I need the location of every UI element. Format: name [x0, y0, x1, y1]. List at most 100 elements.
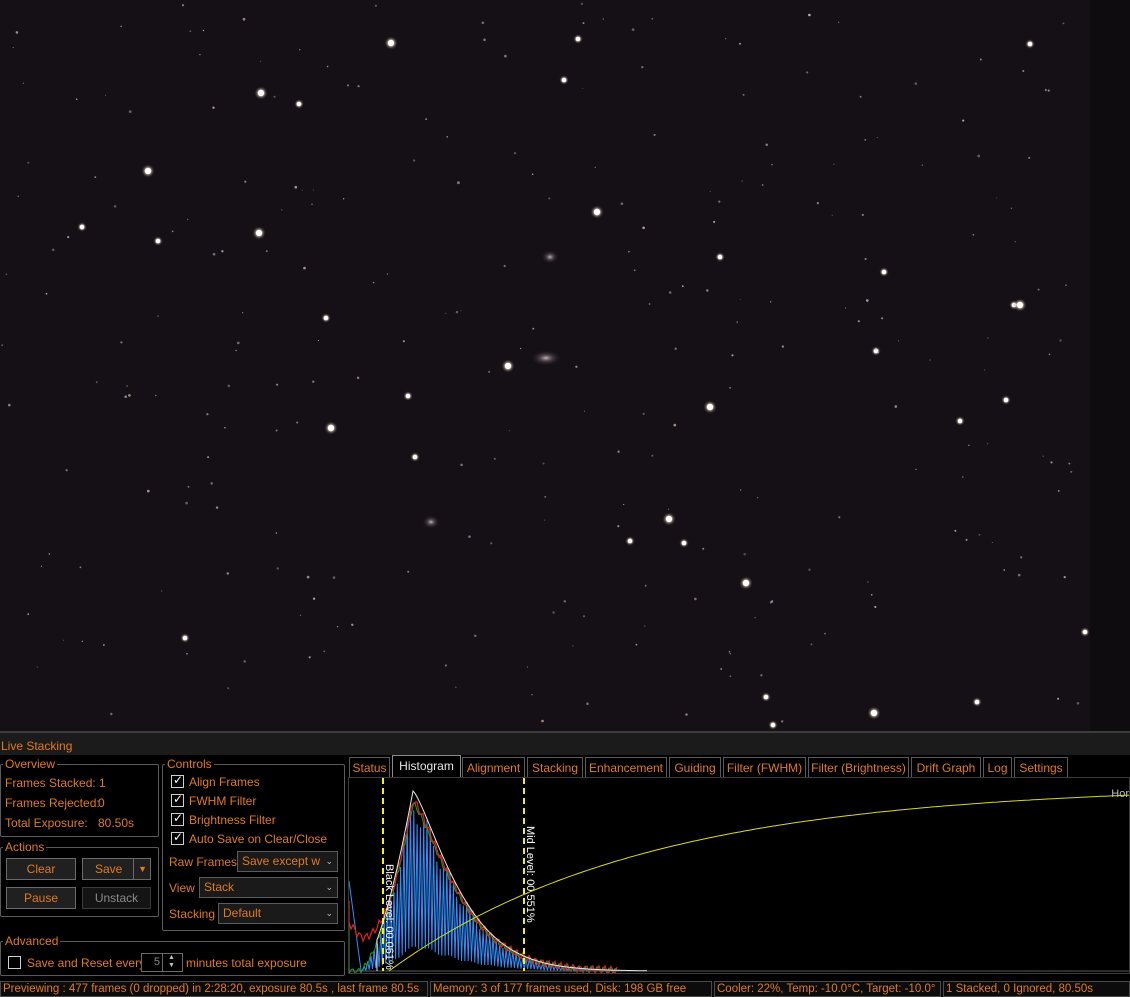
save-button[interactable]: Save ▼	[82, 858, 151, 880]
status-stack: 1 Stacked, 0 Ignored, 80.50s	[943, 981, 1130, 997]
faint-star	[199, 53, 201, 56]
controls-legend: Controls	[167, 757, 212, 771]
faint-star	[226, 572, 230, 575]
stacking-value: Default	[223, 906, 262, 920]
status-memory: Memory: 3 of 177 frames used, Disk: 198 …	[430, 981, 712, 997]
faint-star	[276, 383, 279, 386]
faint-star	[454, 686, 457, 689]
fwhm-filter-label[interactable]: FWHM Filter	[189, 794, 256, 808]
live-stack-image[interactable]	[0, 0, 1130, 731]
star	[144, 167, 152, 175]
faint-star	[374, 4, 377, 7]
stepper-arrows[interactable]: ▲ ▼	[162, 954, 182, 971]
tab-settings[interactable]: Settings	[1014, 757, 1068, 778]
minutes-stepper[interactable]: 5 ▲ ▼	[141, 953, 183, 972]
faint-star	[961, 476, 964, 478]
faint-star	[299, 48, 301, 51]
faint-star	[1010, 207, 1013, 210]
auto-save-checkbox[interactable]: ✓	[171, 830, 184, 845]
faint-star	[95, 381, 98, 384]
pause-button[interactable]: Pause	[6, 887, 76, 909]
faint-star	[838, 516, 841, 519]
chevron-down-icon[interactable]: ▼	[138, 859, 147, 879]
arrow-down-icon[interactable]: ▼	[168, 962, 175, 969]
view-select[interactable]: Stack ⌄	[199, 877, 338, 898]
tab-log[interactable]: Log	[983, 757, 1012, 778]
faint-star	[844, 307, 846, 309]
histogram-panel[interactable]: Black Level: 00.061% Mid Level: 00.551% …	[348, 777, 1130, 974]
faint-star	[729, 653, 732, 655]
unstack-button[interactable]: Unstack	[82, 887, 151, 909]
raw-frames-select[interactable]: Save except w ⌄	[237, 851, 338, 872]
tab-enhancement[interactable]: Enhancement	[585, 757, 667, 778]
faint-star	[876, 137, 878, 139]
arrow-up-icon[interactable]: ▲	[168, 954, 175, 961]
star	[974, 699, 980, 705]
chevron-down-icon: ⌄	[325, 908, 333, 918]
faint-star	[281, 209, 283, 211]
star	[742, 579, 750, 587]
tab-filter-fwhm[interactable]: Filter (FWHM)	[723, 757, 806, 778]
faint-star	[859, 95, 862, 98]
faint-star	[542, 462, 545, 465]
faint-star	[67, 236, 70, 239]
faint-star	[1022, 70, 1025, 72]
star	[881, 269, 887, 275]
faint-star	[583, 410, 586, 412]
faint-star	[770, 600, 774, 603]
faint-star	[575, 365, 578, 368]
faint-star	[444, 664, 447, 667]
tab-guiding[interactable]: Guiding	[669, 757, 721, 778]
faint-star	[810, 643, 813, 646]
faint-star	[718, 200, 721, 203]
clear-button[interactable]: Clear	[6, 858, 76, 880]
faint-star	[27, 161, 30, 164]
tab-status[interactable]: Status	[349, 757, 390, 778]
brightness-filter-label[interactable]: Brightness Filter	[189, 813, 276, 827]
faint-star	[124, 395, 128, 399]
tab-filter-brightness[interactable]: Filter (Brightness)	[808, 757, 909, 778]
faint-star	[620, 202, 624, 206]
auto-save-label[interactable]: Auto Save on Clear/Close	[189, 832, 327, 846]
faint-star	[94, 176, 97, 179]
align-frames-checkbox[interactable]: ✓	[171, 773, 184, 788]
tab-drift-graph[interactable]: Drift Graph	[911, 757, 981, 778]
stacking-select[interactable]: Default ⌄	[218, 903, 338, 924]
faint-star	[481, 21, 485, 25]
mid-level-label: Mid Level: 00.551%	[524, 826, 536, 923]
faint-star	[736, 321, 738, 323]
faint-star	[1017, 573, 1021, 577]
tab-stacking[interactable]: Stacking	[527, 757, 583, 778]
faint-star	[531, 694, 533, 696]
save-reset-checkbox[interactable]	[8, 956, 21, 969]
fwhm-filter-checkbox[interactable]: ✓	[171, 792, 184, 807]
faint-star	[171, 230, 174, 233]
minutes-value: 5	[153, 956, 160, 968]
histogram-plot[interactable]: Black Level: 00.061% Mid Level: 00.551%	[349, 778, 1130, 974]
brightness-filter-checkbox[interactable]: ✓	[171, 811, 184, 826]
faint-star	[303, 266, 306, 270]
faint-star	[1044, 88, 1047, 92]
faint-star	[962, 119, 965, 122]
star	[681, 540, 687, 546]
faint-star	[861, 213, 864, 217]
faint-star	[306, 575, 310, 579]
faint-star	[241, 312, 244, 314]
faint-star	[488, 370, 491, 373]
align-frames-label[interactable]: Align Frames	[189, 775, 260, 789]
faint-star	[668, 291, 672, 294]
faint-star	[457, 181, 460, 185]
faint-star	[838, 21, 840, 23]
star	[323, 315, 329, 321]
faint-star	[816, 202, 819, 205]
tab-alignment[interactable]: Alignment	[462, 757, 525, 778]
checkmark-icon: ✓	[173, 830, 184, 844]
faint-star	[1037, 288, 1040, 291]
faint-star	[210, 482, 213, 485]
save-reset-label[interactable]: Save and Reset every	[27, 956, 145, 970]
faint-star	[113, 205, 117, 208]
faint-star	[513, 152, 517, 155]
tab-histogram[interactable]: Histogram	[392, 755, 461, 777]
faint-star	[299, 614, 302, 616]
faint-star	[189, 30, 192, 33]
